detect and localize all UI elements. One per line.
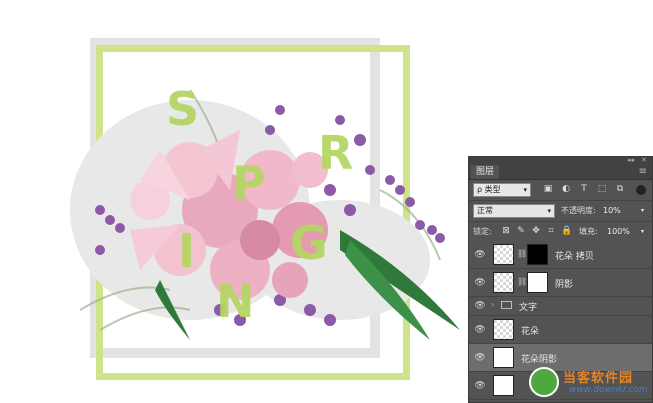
blend-mode-value: 正常 <box>477 206 493 215</box>
watermark-url: www.downkr.com <box>569 385 648 395</box>
lock-position-icon[interactable]: ✥ <box>531 226 541 236</box>
search-icon: ρ <box>477 185 483 194</box>
blend-mode-select[interactable]: 正常 ▾ <box>473 204 555 218</box>
layer-name: 文字 <box>519 303 538 313</box>
filter-toggle[interactable] <box>636 185 646 195</box>
layer-group-row[interactable]: 👁 › 文字 <box>469 297 652 316</box>
blend-row: 正常 ▾ 不透明度: 10% ▾ <box>469 201 652 222</box>
lock-artboard-icon[interactable]: ⌗ <box>546 226 556 236</box>
letter-g: G <box>290 216 328 270</box>
chevron-down-icon: ▾ <box>547 207 551 215</box>
layer-name: 花朵 <box>521 327 540 337</box>
letter-i: I <box>178 224 196 278</box>
opacity-input[interactable]: 10% <box>603 204 637 217</box>
eye-icon[interactable]: 👁 <box>474 278 486 288</box>
lock-pixels-icon[interactable]: ✎ <box>516 226 526 236</box>
folder-icon <box>501 301 512 309</box>
collapse-panel-icon[interactable]: ◂◂ <box>627 156 634 164</box>
filter-kind-label: 类型 <box>484 185 501 194</box>
eye-icon[interactable]: 👁 <box>474 301 486 311</box>
chevron-right-icon[interactable]: › <box>491 300 494 309</box>
letter-r: R <box>318 126 354 180</box>
lock-row: 锁定: ⊠ ✎ ✥ ⌗ 🔒 填充: 100% ▾ <box>469 222 652 243</box>
layer-filter-row: ρ 类型 ▾ ▣ ◐ T ⬚ ⧉ <box>469 180 652 201</box>
eye-icon[interactable]: 👁 <box>474 250 486 260</box>
close-panel-icon[interactable]: ✕ <box>641 156 647 164</box>
layer-thumbnail <box>493 244 514 265</box>
layer-thumbnail <box>493 272 514 293</box>
smart-object-filter-icon[interactable]: ⧉ <box>615 184 625 194</box>
layer-row[interactable]: 👁 ⛓ 花朵 拷贝 <box>469 241 652 269</box>
eye-icon[interactable]: 👁 <box>474 381 486 391</box>
opacity-chevron-icon[interactable]: ▾ <box>641 204 644 217</box>
layer-name: 花朵 拷贝 <box>555 252 594 262</box>
lock-all-icon[interactable]: 🔒 <box>561 226 572 236</box>
flower-bouquet-image <box>70 89 460 340</box>
layer-row[interactable]: 👁 ⛓ 阴影 <box>469 269 652 297</box>
layer-thumbnail <box>493 375 514 396</box>
layer-name: 花朵阴影 <box>521 355 558 365</box>
letter-s: S <box>166 82 200 136</box>
type-filter-icon[interactable]: T <box>579 184 589 194</box>
fill-chevron-icon[interactable]: ▾ <box>641 225 644 238</box>
panel-tab-bar: 图层 ≡ <box>469 165 652 180</box>
site-watermark: 当客软件园 www.downkr.com <box>529 365 648 399</box>
letter-n: N <box>216 274 255 328</box>
letter-p: P <box>232 156 266 210</box>
chevron-down-icon: ▾ <box>523 186 527 194</box>
opacity-label: 不透明度: <box>561 206 596 215</box>
tab-layers[interactable]: 图层 <box>471 165 500 179</box>
fill-label: 填充: <box>579 227 598 236</box>
shape-filter-icon[interactable]: ⬚ <box>597 184 607 194</box>
layer-thumbnail <box>493 319 514 340</box>
layer-thumbnail <box>493 347 514 368</box>
lock-transparent-icon[interactable]: ⊠ <box>501 226 511 236</box>
eye-icon[interactable]: 👁 <box>474 325 486 335</box>
image-filter-icon[interactable]: ▣ <box>543 184 553 194</box>
panel-title-strip: ◂◂ ✕ <box>469 156 652 165</box>
lock-label: 锁定: <box>473 227 492 236</box>
watermark-title: 当客软件园 <box>563 371 634 386</box>
filter-kind-select[interactable]: ρ 类型 ▾ <box>473 183 531 197</box>
layer-row[interactable]: 👁 花朵 <box>469 316 652 344</box>
panel-menu-icon[interactable]: ≡ <box>639 166 647 177</box>
layer-name: 阴影 <box>555 280 574 290</box>
mask-link-icon[interactable]: ⛓ <box>517 277 527 286</box>
layer-mask-thumbnail[interactable] <box>527 272 548 293</box>
watermark-logo-icon <box>529 367 559 397</box>
fill-input[interactable]: 100% <box>607 225 637 238</box>
mask-link-icon[interactable]: ⛓ <box>517 249 527 258</box>
layer-mask-thumbnail[interactable] <box>527 244 548 265</box>
adjustment-filter-icon[interactable]: ◐ <box>561 184 571 194</box>
eye-icon[interactable]: 👁 <box>474 353 486 363</box>
